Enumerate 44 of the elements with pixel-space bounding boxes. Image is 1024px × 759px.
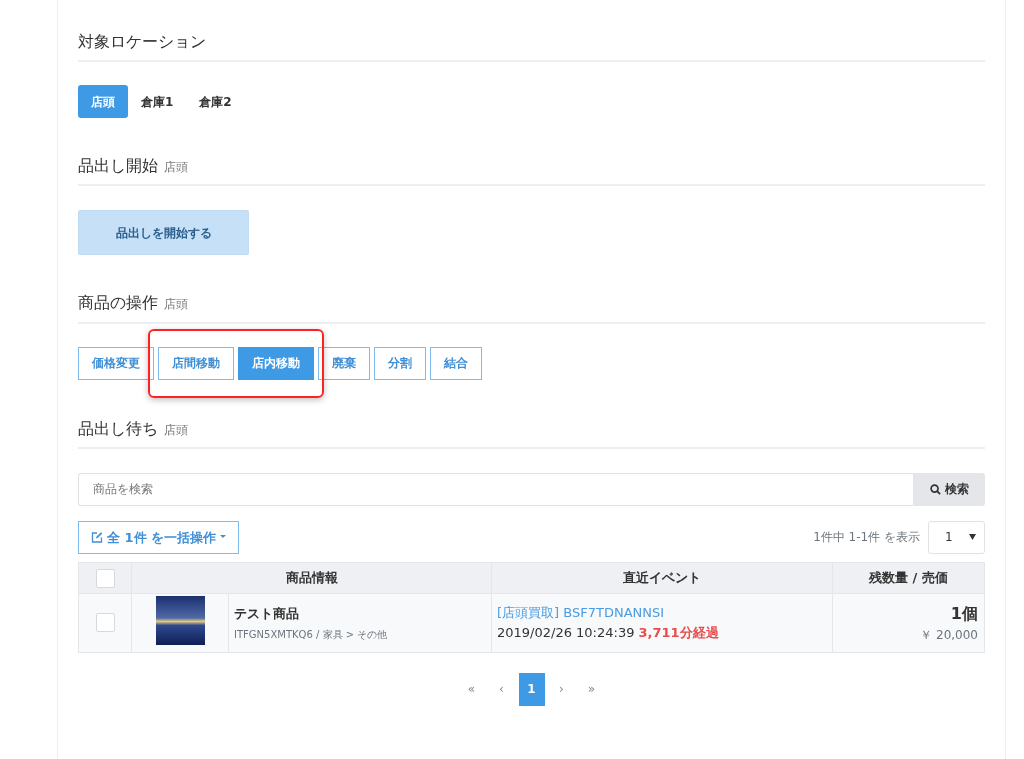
column-header: 残数量 / 売価: [832, 562, 985, 594]
operation-button[interactable]: 店間移動: [158, 346, 234, 380]
pagination-button[interactable]: ›: [548, 672, 575, 706]
price: ￥ 20,000: [919, 626, 978, 644]
section-title: 商品の操作: [78, 293, 158, 313]
section-location: 店頭: [164, 422, 188, 437]
elapsed-time: 3,711分経過: [638, 623, 719, 642]
search-icon: [929, 483, 941, 495]
search-button[interactable]: 検索: [913, 472, 985, 506]
quantity: 1個: [949, 602, 978, 625]
caret-icon: [969, 534, 976, 541]
section-location: 店頭: [164, 160, 188, 175]
section-location: 店頭: [164, 297, 188, 312]
product-name: テスト商品: [234, 604, 300, 623]
operation-button[interactable]: 店内移動: [238, 346, 314, 380]
column-header: 直近イベント: [491, 562, 833, 594]
location-tab[interactable]: 倉庫2: [186, 85, 245, 119]
section-title: 品出し待ち: [78, 418, 158, 438]
edit-icon: [91, 531, 103, 544]
column-header: 商品情報: [131, 562, 492, 594]
pagination-button[interactable]: »: [578, 672, 605, 706]
result-count: 1件中 1-1件 を表示: [813, 529, 920, 547]
event-time: 2019/02/26 10:24:39: [497, 623, 635, 642]
page-size-select[interactable]: 1: [928, 520, 985, 554]
operation-button[interactable]: 結合: [430, 346, 482, 380]
start-button[interactable]: 品出しを開始する: [78, 210, 249, 256]
product-detail: ITFGN5XMTKQ6 / 家具 > その他: [234, 628, 389, 642]
section-title: 対象ロケーション: [78, 32, 206, 52]
search-input[interactable]: 商品を検索: [78, 472, 913, 506]
event-link[interactable]: [店頭買取] BSF7TDNANNSI: [497, 605, 665, 621]
location-tab[interactable]: 店頭: [78, 85, 128, 119]
location-tab[interactable]: 倉庫1: [128, 85, 187, 119]
operation-button[interactable]: 分割: [374, 346, 426, 380]
section-title: 品出し開始: [78, 156, 158, 176]
operation-button[interactable]: 廃棄: [318, 346, 370, 380]
pagination-button[interactable]: 1: [518, 672, 545, 706]
operation-button[interactable]: 価格変更: [78, 346, 154, 380]
photo-placeholder: [155, 595, 205, 645]
select-all-checkbox[interactable]: [95, 568, 115, 588]
pagination-button[interactable]: «: [458, 672, 485, 706]
row-checkbox[interactable]: [95, 613, 115, 633]
caret-icon: [220, 535, 227, 540]
pagination-button[interactable]: ‹: [488, 672, 515, 706]
bulk-action-button[interactable]: 全 1件 を一括操作: [78, 520, 240, 554]
